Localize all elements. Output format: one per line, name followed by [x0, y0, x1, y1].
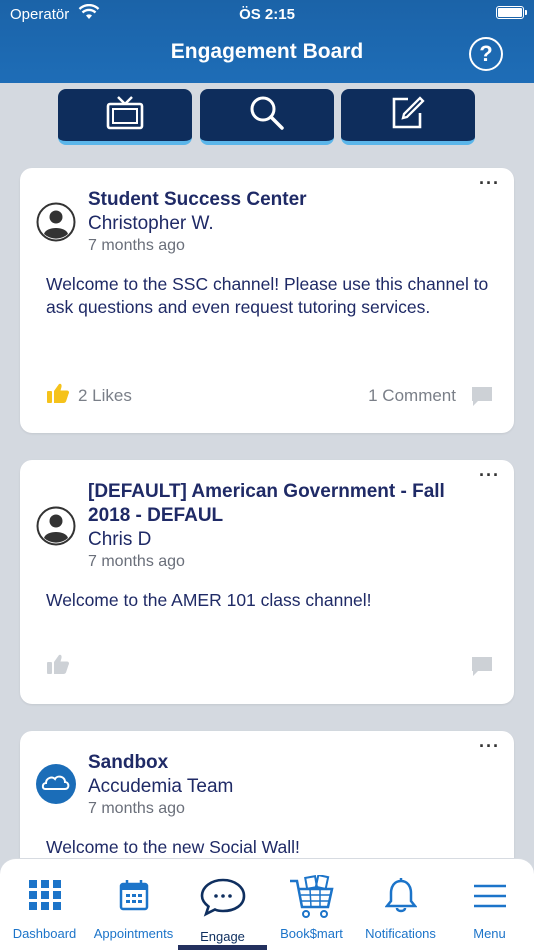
- author-name: Accudemia Team: [88, 776, 234, 797]
- tv-icon: [106, 95, 144, 136]
- tab-booksmart[interactable]: Book$mart: [267, 859, 356, 950]
- tab-label: Book$mart: [280, 926, 343, 941]
- grid-icon: [28, 879, 62, 916]
- tab-appointments[interactable]: Appointments: [89, 859, 178, 950]
- like-count: 2 Likes: [78, 385, 132, 405]
- tab-menu[interactable]: Menu: [445, 859, 534, 950]
- comment-icon[interactable]: [470, 655, 494, 682]
- post-time: 7 months ago: [88, 237, 185, 254]
- post-message: Welcome to the AMER 101 class channel!: [46, 590, 372, 610]
- tab-label: Notifications: [365, 926, 436, 941]
- cart-icon: [288, 873, 336, 926]
- page-title: Engagement Board: [170, 40, 364, 63]
- channel-title[interactable]: [DEFAULT] American Government - Fall 201…: [88, 480, 468, 528]
- thumbs-up-icon: [46, 382, 70, 409]
- status-time: ÖS 2:15: [239, 6, 295, 23]
- comment-icon[interactable]: [470, 385, 494, 412]
- tv-button[interactable]: [58, 89, 192, 145]
- tab-label: Menu: [473, 926, 506, 941]
- header: Operatör ÖS 2:15 Engagement Board ?: [0, 0, 534, 83]
- post-time: 7 months ago: [88, 800, 185, 817]
- tab-notifications[interactable]: Notifications: [356, 859, 445, 950]
- channel-title[interactable]: Sandbox: [88, 751, 468, 775]
- more-options-icon[interactable]: ···: [479, 737, 500, 755]
- post-time: 7 months ago: [88, 553, 185, 570]
- more-options-icon[interactable]: ···: [479, 174, 500, 192]
- search-icon: [248, 94, 286, 137]
- avatar: [36, 506, 76, 546]
- tab-label: Appointments: [93, 926, 174, 941]
- comment-count[interactable]: 1 Comment: [368, 386, 456, 406]
- search-button[interactable]: [200, 89, 334, 145]
- active-tab-indicator: [178, 945, 267, 950]
- post-card[interactable]: ··· Student Success Center Christopher W…: [20, 168, 514, 433]
- more-options-icon[interactable]: ···: [479, 466, 500, 484]
- channel-title[interactable]: Student Success Center: [88, 188, 468, 212]
- author-name: Christopher W.: [88, 213, 214, 234]
- calendar-icon: [119, 879, 149, 916]
- like-button[interactable]: 2 Likes: [46, 382, 132, 409]
- help-button[interactable]: ?: [469, 37, 503, 71]
- author-name: Chris D: [88, 529, 152, 550]
- post-message: Welcome to the new Social Wall!: [46, 837, 300, 857]
- tab-bar: Dashboard Appointments Engage Book$mart …: [0, 858, 534, 950]
- thumbs-up-icon: [46, 653, 70, 680]
- compose-icon: [390, 95, 426, 136]
- battery-icon: [496, 6, 527, 19]
- hamburger-icon: [472, 883, 508, 914]
- compose-button[interactable]: [341, 89, 475, 145]
- avatar: [36, 202, 76, 242]
- tab-label: Dashboard: [12, 926, 77, 941]
- tab-dashboard[interactable]: Dashboard: [0, 859, 89, 950]
- chat-bubble-icon: [200, 877, 246, 922]
- post-card[interactable]: ··· [DEFAULT] American Government - Fall…: [20, 460, 514, 704]
- like-button[interactable]: [46, 653, 70, 680]
- tab-label: Engage: [200, 929, 245, 944]
- tab-engage[interactable]: Engage: [178, 859, 267, 950]
- status-bar: Operatör ÖS 2:15: [0, 0, 534, 28]
- bell-icon: [383, 877, 418, 918]
- post-card[interactable]: ··· Sandbox Accudemia Team 7 months ago …: [20, 731, 514, 871]
- post-message: Welcome to the SSC channel! Please use t…: [46, 274, 489, 317]
- cloud-avatar: [36, 764, 76, 804]
